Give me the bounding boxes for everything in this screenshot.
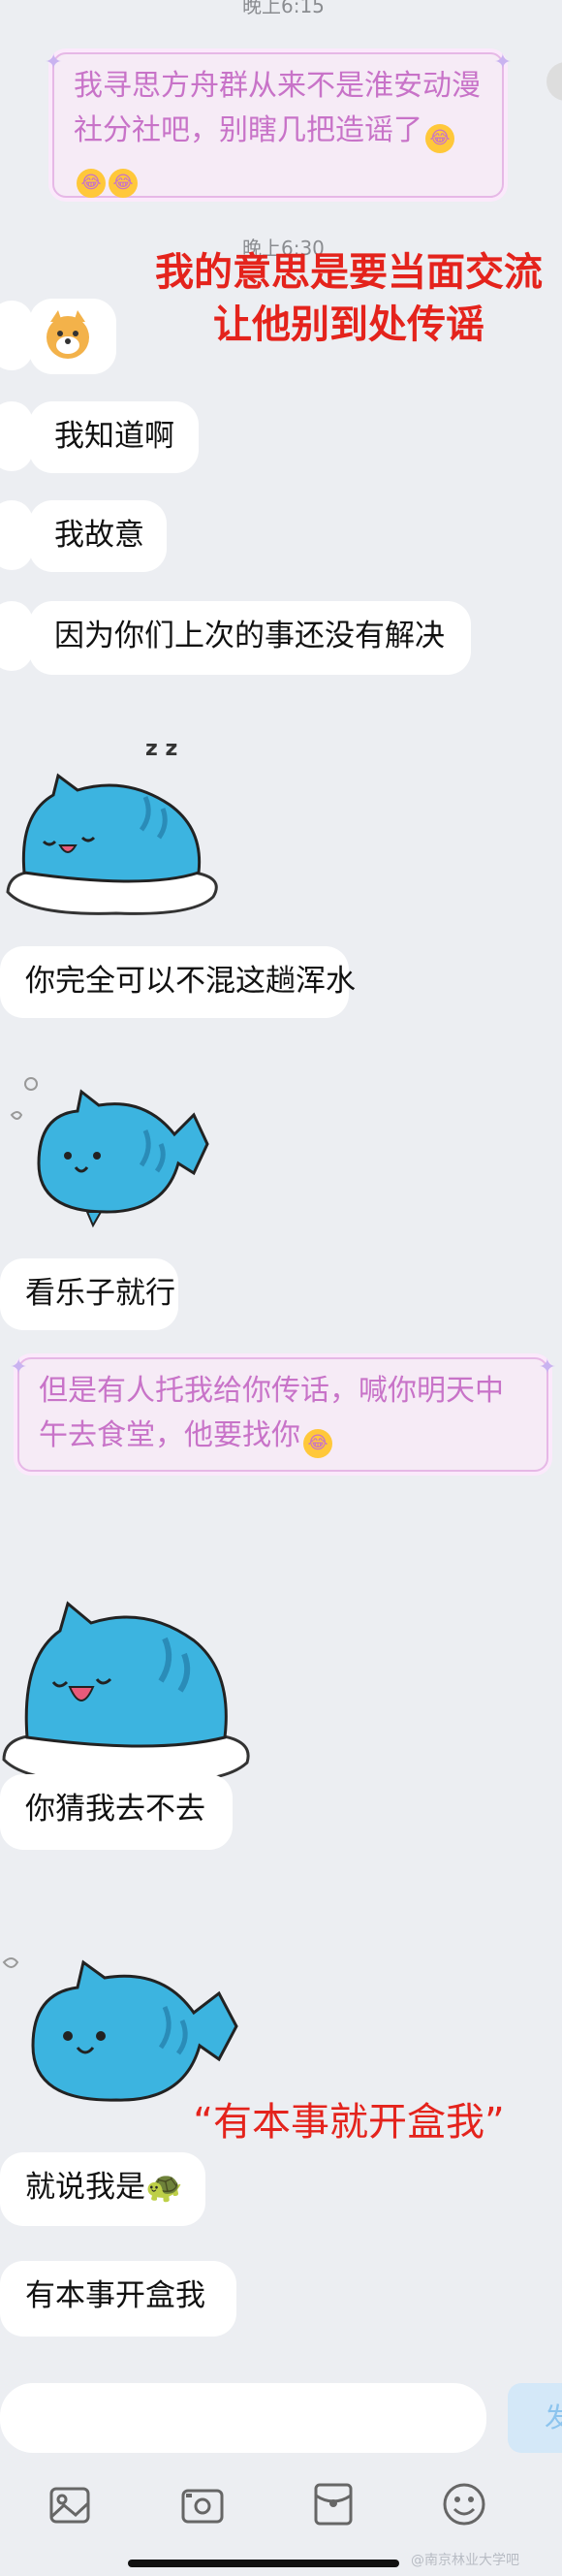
avatar[interactable]	[0, 301, 33, 370]
avatar[interactable]	[0, 601, 33, 671]
laughing-emoji-icon: 😂	[425, 124, 454, 153]
watermark: @南京林业大学吧	[411, 2553, 519, 2568]
message-bubble[interactable]: 我故意	[29, 500, 167, 572]
quote-message-text: 我寻思方舟群从来不是淮安动漫社分社吧，别瞎几把造谣了	[74, 69, 481, 147]
turtle-emoji-icon: 🐢	[145, 2170, 183, 2205]
message-bubble[interactable]: 就说我是🐢	[0, 2152, 205, 2226]
annotation-line: 我的意思是要当面交流	[155, 250, 543, 295]
camera-icon[interactable]	[180, 2484, 225, 2527]
message-text: 就说我是	[25, 2170, 145, 2205]
avatar[interactable]	[546, 62, 562, 101]
message-bubble[interactable]: 看乐子就行	[0, 1258, 178, 1330]
home-indicator	[128, 2560, 399, 2567]
fish-cat-icon	[2, 1957, 238, 2102]
message-bubble[interactable]: 有本事开盒我	[0, 2261, 236, 2337]
sleeping-cat-icon	[6, 773, 218, 915]
sleep-z-label: z z	[145, 737, 178, 761]
cat-on-cloud-sticker[interactable]	[0, 1571, 262, 1794]
red-packet-icon[interactable]	[312, 2482, 355, 2527]
cat-on-cloud-icon	[2, 1601, 250, 1785]
message-bubble[interactable]: 你猜我去不去	[0, 1774, 233, 1850]
laughing-emoji-icon: 😂	[303, 1429, 332, 1458]
quote-message-bubble[interactable]: 但是有人托我给你传话，喊你明天中午去食堂，他要找你😂	[10, 1346, 556, 1472]
red-annotation-2: “有本事就开盒我”	[193, 2100, 505, 2145]
quote-message-bubble[interactable]: 我寻思方舟群从来不是淮安动漫社分社吧，别瞎几把造谣了😂😂😂	[45, 41, 512, 198]
emoji-icon[interactable]	[442, 2482, 486, 2527]
annotation-line: 让他别到处传谣	[213, 302, 484, 347]
message-bubble[interactable]: 我知道啊	[29, 401, 199, 473]
laughing-emoji-icon: 😂	[109, 169, 138, 198]
message-input[interactable]	[0, 2383, 486, 2453]
message-bubble[interactable]: 你完全可以不混这趟浑水	[0, 946, 356, 1018]
fish-cat-sticker[interactable]	[0, 1076, 233, 1241]
fish-cat-sticker[interactable]	[0, 1939, 262, 2114]
quote-message-text: 但是有人托我给你传话，喊你明天中午去食堂，他要找你	[39, 1374, 504, 1452]
send-button[interactable]: 发	[508, 2383, 562, 2453]
avatar[interactable]	[0, 500, 33, 570]
image-icon[interactable]	[48, 2484, 91, 2527]
dog-face-icon	[47, 310, 89, 359]
fish-cat-icon	[10, 1077, 209, 1228]
red-annotation-1: 我的意思是要当面交流 让他别到处传谣	[136, 246, 562, 351]
avatar[interactable]	[0, 401, 33, 471]
sleeping-cat-sticker[interactable]: z z	[0, 737, 233, 921]
laughing-emoji-icon: 😂	[77, 169, 106, 198]
message-bubble[interactable]: 因为你们上次的事还没有解决	[29, 601, 471, 675]
dog-sticker-bubble[interactable]	[29, 299, 116, 374]
timestamp-top: 晚上6:15	[242, 0, 325, 17]
